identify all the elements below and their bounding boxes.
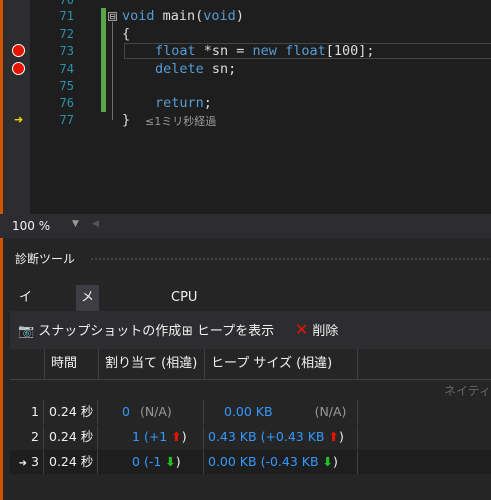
row-id: 1 — [10, 400, 44, 424]
line-number: 70 — [59, 0, 74, 7]
line-number: 71 — [59, 9, 74, 23]
native-group-row: ネイティ — [10, 379, 491, 400]
decrease-arrow-icon: ⬇ — [322, 454, 333, 469]
allocations-diff-link[interactable]: (+1 — [144, 429, 167, 444]
column-header-time[interactable]: 時間 — [44, 349, 98, 379]
code-line-72[interactable]: { — [122, 27, 130, 41]
chevron-down-icon[interactable]: ▼ — [72, 219, 79, 229]
row-time: 0.24 秒 — [44, 450, 98, 474]
delete-button[interactable]: ✕ 削除 — [295, 320, 338, 339]
close-icon: ✕ — [295, 320, 309, 339]
collapse-icon[interactable]: ⊟ — [108, 12, 117, 21]
row-heap-size: 0.00 KB (-0.43 KB ⬇) — [204, 450, 358, 474]
table-row[interactable]: ➜ 3 0.24 秒 0 (-1 ⬇) 0.00 KB (-0.43 KB ⬇) — [10, 450, 491, 474]
row-time: 0.24 秒 — [44, 400, 98, 424]
table-row[interactable]: 1 0.24 秒 0 (N/A) 0.00 KB (N/A) — [10, 400, 491, 424]
decrease-arrow-icon: ⬇ — [165, 454, 176, 469]
heap-diff: (N/A) — [314, 404, 347, 419]
camera-icon: 📷 — [18, 324, 35, 339]
breakpoint-icon[interactable] — [12, 62, 25, 75]
code-line-73[interactable]: float *sn = new float[100]; — [155, 44, 375, 58]
tab-cpu-usage[interactable]: CPU 使用率 — [166, 285, 202, 357]
diagnostics-panel-header: 診断ツール — [0, 246, 491, 270]
memory-toolbar: 📷 スナップショットの作成 ⊞ ヒープを表示 ✕ 削除 — [10, 311, 491, 349]
heap-link[interactable]: 0.00 KB — [208, 454, 257, 469]
line-number: 76 — [59, 96, 74, 110]
zoom-level[interactable]: 100 % — [12, 219, 50, 233]
allocations-diff-link[interactable]: (-1 — [144, 454, 161, 469]
row-id: ➜ 3 — [10, 450, 44, 474]
heap-link[interactable]: 0.43 KB — [208, 429, 257, 444]
line-number: 72 — [59, 27, 74, 41]
scroll-left-icon[interactable]: ◀ — [92, 219, 99, 229]
heap-diff-link[interactable]: (-0.43 KB — [261, 454, 319, 469]
table-row[interactable]: 2 0.24 秒 1 (+1 ⬆) 0.43 KB (+0.43 KB ⬆) — [10, 425, 491, 449]
increase-arrow-icon: ⬆ — [328, 429, 339, 444]
column-header-allocations[interactable]: 割り当て (相違) — [98, 349, 204, 379]
row-allocations: 1 (+1 ⬆) — [98, 425, 204, 449]
change-tracking-bar — [101, 8, 106, 112]
editor-zoom-bar: 100 % ▼ ◀ — [0, 214, 491, 238]
snapshot-table: 時間 割り当て (相違) ヒープ サイズ (相違) ネイティ 1 0.24 秒 … — [10, 349, 491, 500]
breakpoint-icon[interactable] — [12, 44, 25, 57]
heap-icon: ⊞ — [182, 324, 193, 339]
row-allocations: 0 (N/A) — [98, 400, 204, 424]
outline-line — [112, 22, 113, 120]
panel-title: 診断ツール — [15, 252, 76, 266]
line-number: 74 — [59, 62, 74, 76]
increase-arrow-icon: ⬆ — [171, 429, 182, 444]
allocations-link[interactable]: 0 — [132, 454, 140, 469]
perf-tip[interactable]: ≤1ミリ秒経過 — [145, 113, 216, 129]
glyph-margin[interactable] — [3, 0, 30, 214]
take-snapshot-button[interactable]: 📷 スナップショットの作成 — [18, 320, 181, 339]
code-line-76[interactable]: return; — [155, 96, 212, 110]
current-statement-arrow-icon: ➜ — [14, 113, 24, 126]
allocations-link[interactable]: 1 — [132, 429, 140, 444]
allocations-link[interactable]: 0 — [122, 404, 130, 419]
row-allocations: 0 (-1 ⬇) — [98, 450, 204, 474]
tab-memory-usage[interactable]: メモリ使用量 — [76, 285, 100, 435]
column-header-heap-size[interactable]: ヒープ サイズ (相違) — [204, 349, 358, 379]
code-editor[interactable]: 70 71 72 73 74 75 76 77 ➜ ⊟ void main(vo… — [0, 0, 491, 214]
code-line-74[interactable]: delete sn; — [155, 62, 236, 76]
tab-events[interactable]: イベント — [14, 285, 37, 383]
heap-diff-link[interactable]: (+0.43 KB — [261, 429, 325, 444]
native-label: ネイティ — [443, 384, 491, 398]
line-number: 75 — [59, 79, 74, 93]
row-heap-size: 0.00 KB (N/A) — [204, 400, 358, 424]
code-line-77[interactable]: } — [122, 113, 130, 127]
code-line-71[interactable]: void main(void) — [122, 9, 244, 23]
current-row-arrow-icon: ➜ — [18, 458, 28, 469]
line-number: 77 — [59, 113, 74, 127]
table-header: 時間 割り当て (相違) ヒープ サイズ (相違) — [10, 349, 491, 380]
view-heap-button[interactable]: ⊞ ヒープを表示 — [182, 320, 274, 339]
panel-grip[interactable] — [90, 257, 491, 261]
heap-link[interactable]: 0.00 KB — [224, 404, 273, 419]
allocations-diff: (N/A) — [139, 404, 172, 419]
line-number: 73 — [59, 44, 74, 58]
row-id: 2 — [10, 425, 44, 449]
row-heap-size: 0.43 KB (+0.43 KB ⬆) — [204, 425, 358, 449]
row-time: 0.24 秒 — [44, 425, 98, 449]
